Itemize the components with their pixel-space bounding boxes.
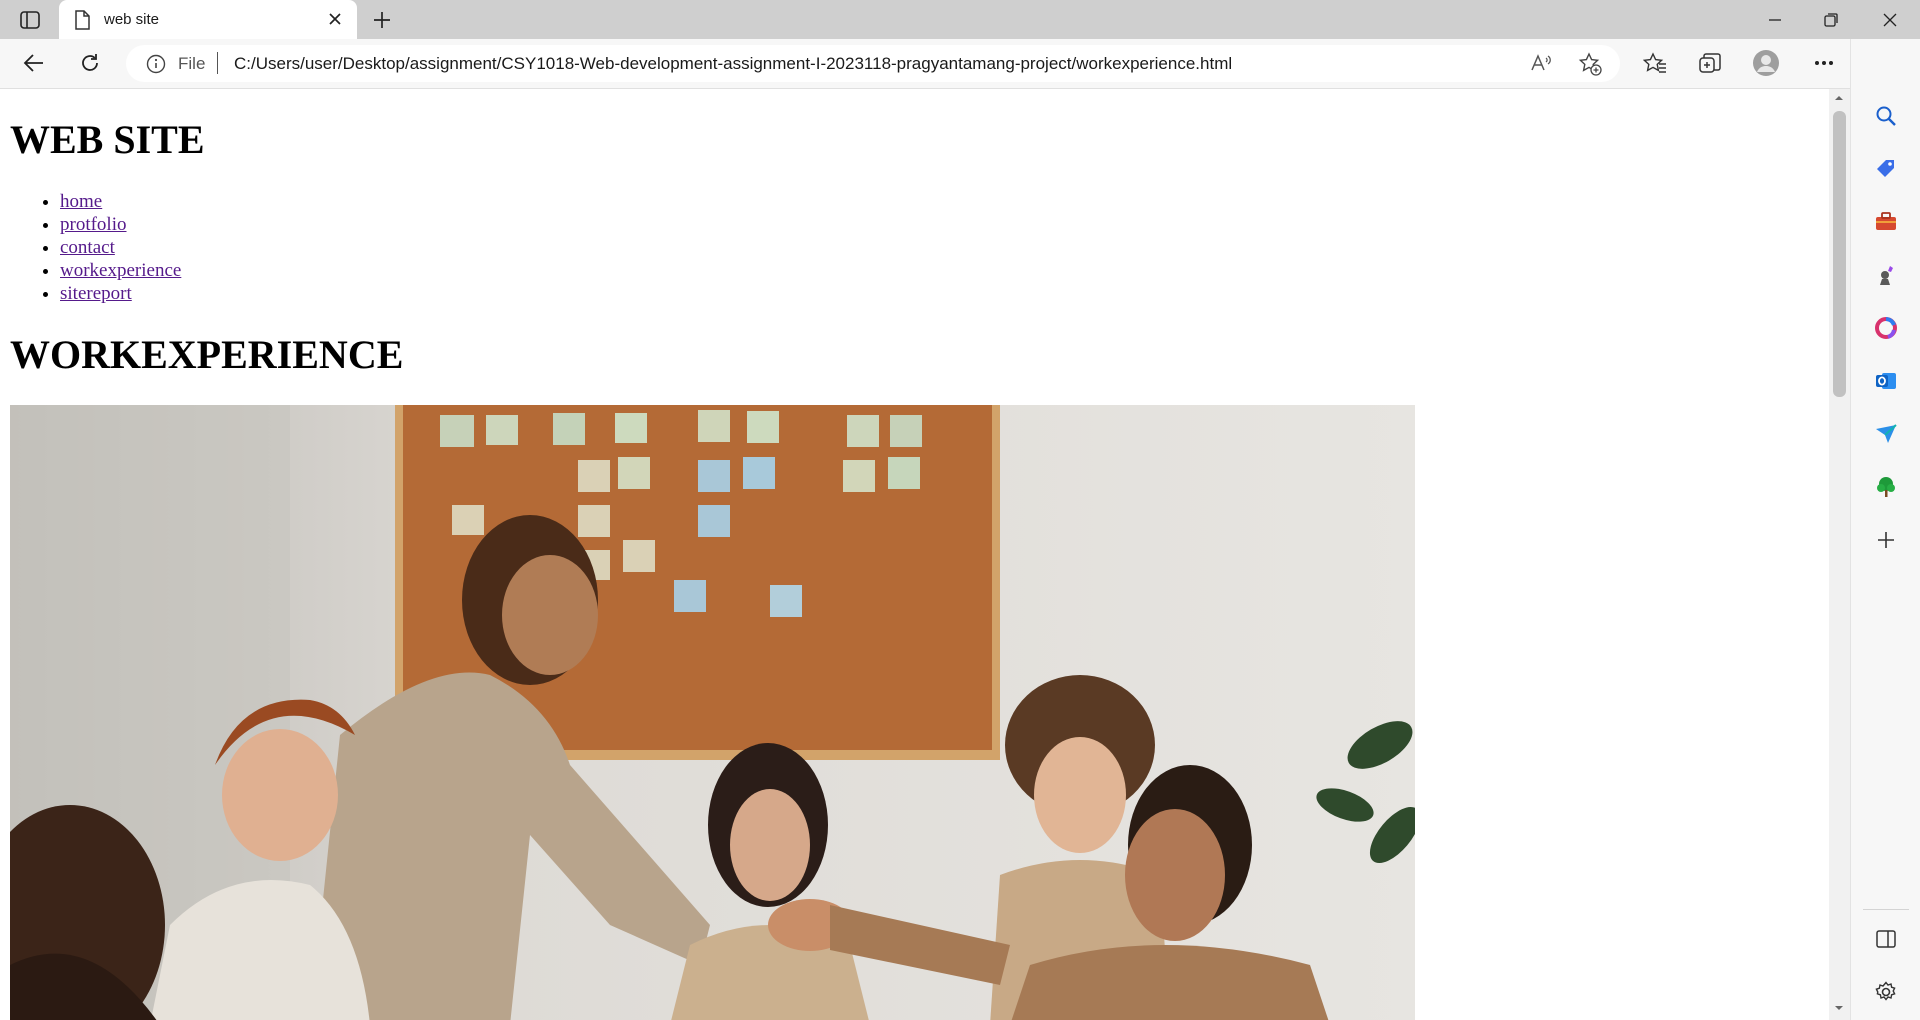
scheme-label: File <box>178 54 206 73</box>
sidebar-divider <box>1863 909 1909 910</box>
nav-item-sitereport: sitereport <box>60 282 181 305</box>
team-meeting-handshake-photo <box>10 405 1415 1020</box>
back-arrow-icon <box>23 54 43 72</box>
site-nav: home protfolio contact workexperience si… <box>10 190 181 305</box>
minimize-icon <box>1769 18 1781 21</box>
profile-button[interactable] <box>1748 45 1784 81</box>
restore-button[interactable] <box>1803 0 1859 39</box>
split-screen-icon[interactable] <box>1872 925 1900 953</box>
favorites-icon <box>1643 52 1666 73</box>
page-icon <box>74 10 90 35</box>
back-button[interactable] <box>16 45 52 81</box>
nav-item-home: home <box>60 190 181 213</box>
scroll-up-icon[interactable] <box>1834 95 1844 101</box>
restore-icon <box>1824 12 1838 27</box>
vertical-scrollbar[interactable] <box>1829 89 1850 1020</box>
nav-link-home[interactable]: home <box>60 191 102 212</box>
edge-sidebar <box>1850 39 1920 1020</box>
search-icon[interactable] <box>1872 102 1900 130</box>
minimize-button[interactable] <box>1747 0 1803 39</box>
section-title: WORKEXPERIENCE <box>10 332 404 377</box>
profile-icon <box>1753 50 1779 76</box>
refresh-icon <box>82 54 98 71</box>
nav-item-workexperience: workexperience <box>60 259 181 282</box>
address-divider <box>217 52 218 74</box>
plus-icon <box>374 12 390 28</box>
tab-actions-icon[interactable] <box>15 8 45 32</box>
new-tab-button[interactable] <box>368 6 396 34</box>
nav-link-workexperience[interactable]: workexperience <box>60 260 181 281</box>
nav-link-protfolio[interactable]: protfolio <box>60 214 127 235</box>
tab-strip: web site <box>0 0 1920 39</box>
refresh-button[interactable] <box>72 45 108 81</box>
office-icon[interactable] <box>1872 314 1900 342</box>
browser-toolbar: File C:/Users/user/Desktop/assignment/CS… <box>0 39 1920 89</box>
more-icon <box>1815 61 1833 65</box>
collections-button[interactable] <box>1692 45 1728 81</box>
send-icon[interactable] <box>1872 420 1900 448</box>
nav-item-protfolio: protfolio <box>60 213 181 236</box>
tab-title: web site <box>104 11 160 28</box>
close-icon[interactable] <box>327 11 343 32</box>
nav-item-contact: contact <box>60 236 181 259</box>
page-viewport: WEB SITE home protfolio contact workexpe… <box>0 89 1829 1020</box>
site-title: WEB SITE <box>10 117 205 162</box>
favorites-button[interactable] <box>1637 45 1673 81</box>
add-icon[interactable] <box>1872 526 1900 554</box>
active-tab[interactable]: web site <box>59 0 357 39</box>
scroll-down-icon[interactable] <box>1834 1005 1844 1011</box>
address-bar[interactable]: File C:/Users/user/Desktop/assignment/CS… <box>126 45 1620 82</box>
collections-icon <box>1699 53 1721 73</box>
games-icon[interactable] <box>1872 261 1900 289</box>
close-window-icon <box>1883 13 1897 26</box>
shopping-tag-icon[interactable] <box>1872 155 1900 183</box>
star-plus-icon[interactable] <box>1578 52 1602 81</box>
settings-icon[interactable] <box>1872 978 1900 1006</box>
scrollbar-thumb[interactable] <box>1833 111 1846 397</box>
more-button[interactable] <box>1806 45 1842 81</box>
tools-icon[interactable] <box>1872 208 1900 236</box>
outlook-icon[interactable] <box>1872 367 1900 395</box>
read-aloud-icon[interactable] <box>1530 53 1552 78</box>
tree-icon[interactable] <box>1872 473 1900 501</box>
info-icon[interactable] <box>146 54 166 79</box>
nav-link-contact[interactable]: contact <box>60 237 115 258</box>
url-text[interactable]: C:/Users/user/Desktop/assignment/CSY1018… <box>234 54 1232 74</box>
close-window-button[interactable] <box>1862 0 1918 39</box>
nav-link-sitereport[interactable]: sitereport <box>60 283 132 304</box>
